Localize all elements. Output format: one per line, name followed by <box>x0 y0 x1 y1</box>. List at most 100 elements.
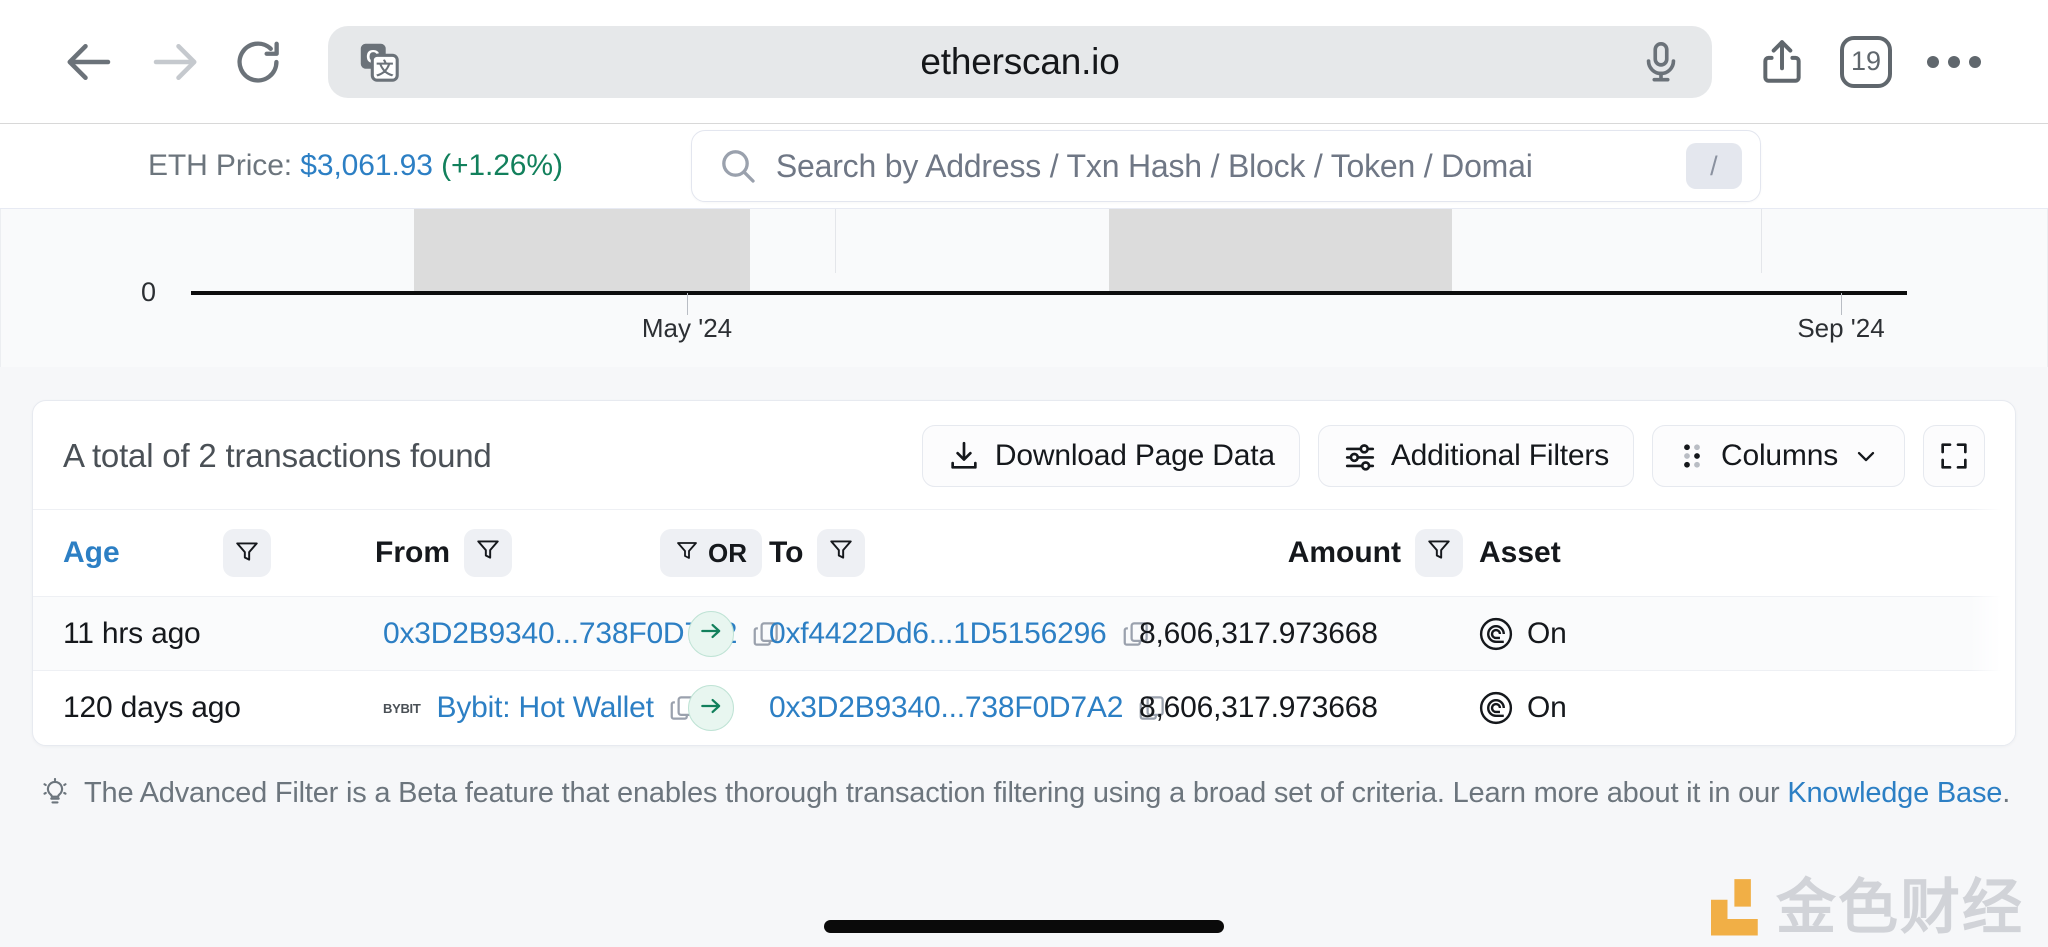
row-asset: On <box>1479 691 2015 725</box>
filter-button-to[interactable] <box>817 529 866 577</box>
share-icon <box>1757 37 1807 87</box>
advanced-filter-note-text: The Advanced Filter is a Beta feature th… <box>84 772 2010 814</box>
row-from: 0x3D2B9340...738F0D7A2 <box>383 617 778 651</box>
etherscan-header: ETH Price: $3,061.93 (+1.26%) Search by … <box>0 124 2048 209</box>
svg-text:文: 文 <box>376 58 394 78</box>
funnel-icon <box>675 538 699 569</box>
advanced-filter-note: The Advanced Filter is a Beta feature th… <box>32 772 2016 814</box>
note-text-after: . <box>2002 777 2011 809</box>
chart-x-label-may: May '24 <box>641 313 733 343</box>
row-to-link[interactable]: 0x3D2B9340...738F0D7A2 <box>769 691 1123 725</box>
fullscreen-icon <box>1938 440 1970 472</box>
transactions-chart[interactable]: 0 May '24 Sep '24 <box>0 209 2048 367</box>
page-content: 0 May '24 Sep '24 A total of 2 transacti… <box>0 209 2048 947</box>
search-icon <box>718 146 758 186</box>
row-from-link[interactable]: Bybit: Hot Wallet <box>437 691 654 725</box>
row-asset-label[interactable]: On <box>1527 691 1567 725</box>
url-bar[interactable]: G 文 etherscan.io <box>328 25 1712 98</box>
column-header-asset-label: Asset <box>1479 536 1561 569</box>
url-text: etherscan.io <box>920 40 1120 82</box>
table-row[interactable]: 11 hrs ago 0x3D2B9340...738F0D7A2 0xf442… <box>33 597 2015 671</box>
watermark-text: 金色财经 <box>1776 873 2024 943</box>
arrow-right-icon <box>698 693 724 724</box>
reload-button[interactable] <box>216 20 300 104</box>
eth-price-value[interactable]: $3,061.93 <box>300 149 433 182</box>
browser-toolbar: G 文 etherscan.io <box>0 0 2048 124</box>
filter-button-amount[interactable] <box>1415 529 1463 577</box>
lightbulb-icon <box>40 772 70 813</box>
column-header-from-label: From <box>375 536 450 569</box>
eth-price-change: (+1.26%) <box>441 149 563 182</box>
column-header-age[interactable]: Age <box>63 536 223 570</box>
knowledge-base-link[interactable]: Knowledge Base <box>1787 777 2002 809</box>
row-to-link[interactable]: 0xf4422Dd6...1D5156296 <box>769 617 1107 651</box>
chart-plot-area <box>191 209 1907 291</box>
arrow-right-icon <box>147 35 201 89</box>
row-to: 0x3D2B9340...738F0D7A2 <box>769 691 1164 725</box>
row-asset-label[interactable]: On <box>1527 617 1567 651</box>
row-direction-badge <box>688 685 734 731</box>
back-button[interactable] <box>48 20 132 104</box>
transactions-panel: A total of 2 transactions found Download… <box>32 400 2016 746</box>
download-icon <box>947 439 981 473</box>
row-amount: 8,606,317.973668 <box>1139 691 1378 724</box>
home-indicator <box>824 920 1224 933</box>
filter-button-age[interactable] <box>223 529 271 577</box>
microphone-icon[interactable] <box>1638 39 1684 85</box>
chart-y-label-0: 0 <box>141 277 157 307</box>
row-from: BYBIT Bybit: Hot Wallet <box>383 691 695 725</box>
browser-right-actions: 19 <box>1740 20 2000 104</box>
table-header-row: Age From OR To Amount Asset <box>33 509 2015 597</box>
transactions-table: Age From OR To Amount Asset 11 hrs ago 0… <box>33 509 2015 745</box>
table-row[interactable]: 120 days ago BYBIT Bybit: Hot Wallet 0x3… <box>33 671 2015 745</box>
search-input[interactable]: Search by Address / Txn Hash / Block / T… <box>776 148 1686 185</box>
column-header-amount-label: Amount <box>1287 536 1401 569</box>
more-dots-icon <box>1927 55 1939 68</box>
row-direction-badge <box>688 610 734 657</box>
chevron-down-icon <box>1852 442 1880 470</box>
search-bar[interactable]: Search by Address / Txn Hash / Block / T… <box>690 130 1761 202</box>
row-amount: 8,606,317.973668 <box>1139 616 1378 650</box>
column-header-to-label: To <box>769 536 804 569</box>
bybit-logo-icon: BYBIT <box>383 700 421 716</box>
additional-filters-button[interactable]: Additional Filters <box>1317 425 1635 487</box>
column-header-asset[interactable]: Asset <box>1479 536 2015 570</box>
chart-gridline-1 <box>834 209 836 273</box>
download-page-data-label: Download Page Data <box>994 439 1275 472</box>
transactions-total-label: A total of 2 transactions found <box>63 437 492 474</box>
expand-table-button[interactable] <box>1923 425 1985 487</box>
filter-or-toggle[interactable]: OR <box>660 529 762 577</box>
grid-dots-icon <box>1677 441 1707 471</box>
eth-price-label: ETH Price: <box>148 149 293 182</box>
additional-filters-label: Additional Filters <box>1390 439 1610 472</box>
column-header-amount[interactable]: Amount <box>1288 529 1463 577</box>
more-menu-button[interactable] <box>1908 20 2000 104</box>
filter-button-from[interactable] <box>464 529 512 577</box>
column-header-age-label: Age <box>63 536 120 569</box>
forward-button[interactable] <box>132 20 216 104</box>
translate-icon[interactable]: G 文 <box>356 39 402 85</box>
chart-bar-2 <box>1109 209 1453 291</box>
share-button[interactable] <box>1740 20 1824 104</box>
sliders-icon <box>1343 439 1377 473</box>
row-age: 11 hrs ago <box>63 616 201 650</box>
filter-or-label: OR <box>708 537 747 568</box>
note-text-before: The Advanced Filter is a Beta feature th… <box>84 777 1788 809</box>
column-header-from[interactable]: From <box>375 529 512 577</box>
columns-button[interactable]: Columns <box>1652 425 1905 487</box>
chart-x-tick-2 <box>1841 293 1842 315</box>
chart-x-axis <box>191 291 1907 295</box>
chart-x-tick-1 <box>687 293 688 315</box>
download-page-data-button[interactable]: Download Page Data <box>921 425 1300 487</box>
row-to: 0xf4422Dd6...1D5156296 <box>769 617 1148 651</box>
transactions-table-scroll[interactable]: Age From OR To Amount Asset 11 hrs ago 0… <box>33 509 2015 745</box>
row-age: 120 days ago <box>63 691 241 724</box>
funnel-icon <box>828 536 854 570</box>
tab-count-button[interactable]: 19 <box>1824 20 1908 104</box>
funnel-icon <box>1426 536 1452 570</box>
column-header-to[interactable]: To <box>769 529 1139 577</box>
transactions-toolbar: A total of 2 transactions found Download… <box>33 401 2015 509</box>
row-asset: On <box>1479 617 2015 651</box>
chart-x-label-sep: Sep '24 <box>1797 313 1885 343</box>
watermark: 金色财经 <box>1700 875 2024 941</box>
